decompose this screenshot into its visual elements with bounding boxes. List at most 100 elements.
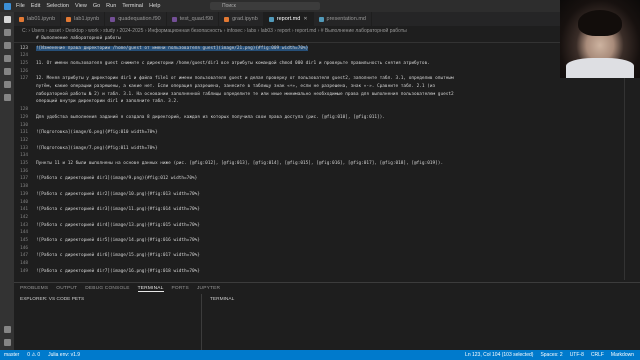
explorer-icon[interactable] <box>3 16 11 23</box>
menu-help[interactable]: Help <box>149 3 160 9</box>
code-text: ![Работа с директорией dir7](image/16.pn… <box>36 268 200 274</box>
menu-go[interactable]: Go <box>93 3 100 9</box>
menu-view[interactable]: View <box>75 3 87 9</box>
notebook-file-icon <box>19 16 24 22</box>
webcam-person-hair <box>578 10 622 36</box>
bottom-panel: PROBLEMS OUTPUT DEBUG CONSOLE TERMINAL P… <box>14 282 640 350</box>
command-search-input[interactable]: Поиск <box>210 2 320 10</box>
tab-jupyter[interactable]: JUPYTER <box>197 286 220 292</box>
tab-debug-console[interactable]: DEBUG CONSOLE <box>85 286 129 292</box>
fortran-file-icon <box>171 16 177 22</box>
code-text: 12. Меняя атрибуты у директории dir1 и ф… <box>36 76 454 82</box>
tab-test-quad-f90[interactable]: test_quad.f90 <box>167 12 220 26</box>
extensions-icon[interactable] <box>3 68 11 75</box>
encoding-status[interactable]: UTF-8 <box>570 352 584 358</box>
tab-grad-ipynb[interactable]: grad.ipynb <box>219 12 264 26</box>
tab-lab1-ipynb[interactable]: lab1.ipynb <box>61 12 106 26</box>
tab-label: lab1.ipynb <box>74 16 100 22</box>
menu-selection[interactable]: Selection <box>46 3 69 9</box>
fortran-file-icon <box>110 16 116 22</box>
line-number: 123 <box>20 45 28 51</box>
code-text: Для удобства выполнения заданий я создал… <box>36 114 385 120</box>
code-text: операций внутри директории dir1 и заполн… <box>36 99 179 105</box>
search-icon[interactable] <box>3 29 11 36</box>
code-text: 11. От имени пользователя guest снимите … <box>36 60 430 66</box>
terminal-header: TERMINAL <box>210 297 235 302</box>
line-number: 135 <box>20 161 28 166</box>
code-text: лабораторной работы № 2) и табл. 3.1. На… <box>36 91 454 97</box>
menu-run[interactable]: Run <box>106 3 116 9</box>
activity-bar <box>0 12 14 350</box>
problems-status[interactable]: 0 ⚠ 0 <box>27 352 40 358</box>
julia-icon[interactable] <box>3 94 11 101</box>
line-number: 126 <box>20 68 28 74</box>
line-number: 147 <box>20 253 28 259</box>
code-text: ![Работа с директорией dir5](image/14.pn… <box>36 238 200 243</box>
line-ending-status[interactable]: CRLF <box>591 352 604 358</box>
menu-bar: File Edit Selection View Go Run Terminal… <box>16 3 160 9</box>
markdown-file-icon <box>268 16 274 22</box>
code-text: Пункты 11 и 12 были выполнены на основе … <box>36 161 444 166</box>
account-icon[interactable] <box>3 326 11 333</box>
notebook-file-icon <box>224 16 230 22</box>
code-line[interactable]: 149 ![Работа с директорией dir7](image/16… <box>14 267 614 275</box>
run-debug-icon[interactable] <box>3 55 11 62</box>
indentation-status[interactable]: Spaces: 2 <box>540 352 562 358</box>
title-bar: File Edit Selection View Go Run Terminal… <box>0 0 640 12</box>
sticky-heading-text: # Выполнение лабораторной работы <box>36 36 121 41</box>
tab-output[interactable]: OUTPUT <box>56 286 77 292</box>
settings-gear-icon[interactable] <box>3 339 11 346</box>
notebook-file-icon <box>66 16 72 22</box>
line-number: 128 <box>20 107 28 113</box>
pets-explorer-header[interactable]: EXPLORER: VS CODE PETS <box>14 294 201 305</box>
sticky-heading: # Выполнение лабораторной работы <box>14 35 614 43</box>
cursor-position[interactable]: Ln 123, Col 104 (103 selected) <box>465 352 533 358</box>
code-text: ![Работа с директорией dir3](image/11.pn… <box>36 207 200 213</box>
tab-report-md[interactable]: report.md ✕ <box>263 12 314 26</box>
code-editor[interactable]: # Выполнение лабораторной работы 123 ![Из… <box>14 35 624 280</box>
tab-ports[interactable]: PORTS <box>172 286 189 292</box>
menu-file[interactable]: File <box>16 3 25 9</box>
line-number: 143 <box>20 222 28 228</box>
menu-terminal[interactable]: Terminal <box>122 3 143 9</box>
line-number: 139 <box>20 191 28 197</box>
close-tab-icon[interactable]: ✕ <box>303 16 307 22</box>
tab-quadequation-f90[interactable]: quadequation.f90 <box>105 12 167 26</box>
tab-lab01-ipynb[interactable]: lab01.ipynb <box>14 12 62 26</box>
source-control-icon[interactable] <box>3 42 11 49</box>
line-number: 131 <box>20 130 28 136</box>
line-number: 133 <box>20 145 28 151</box>
breadcrumb[interactable]: C: › Users › asset › Desktop › work › st… <box>14 26 640 35</box>
line-number: 142 <box>20 214 28 220</box>
code-text: ![Работа с директорией dir6](image/15.pn… <box>36 253 200 259</box>
line-number: 144 <box>20 230 28 236</box>
tab-label: grad.ipynb <box>232 16 258 22</box>
remote-explorer-icon[interactable] <box>3 81 11 88</box>
menu-edit[interactable]: Edit <box>31 3 40 9</box>
terminal-pane[interactable]: TERMINAL <box>204 294 634 350</box>
line-number: 146 <box>20 245 28 251</box>
code-text: ![Изменение права директории /home/guest… <box>36 45 309 51</box>
line-number: 127 <box>20 76 28 82</box>
tab-label: presentation.md <box>326 16 366 22</box>
code-text: ![Подготовка](image/7.png){#fig:011 widt… <box>36 145 158 151</box>
line-number: 124 <box>20 53 28 59</box>
language-mode-status[interactable]: Markdown <box>611 352 634 358</box>
julia-env-status[interactable]: Julia env: v1.9 <box>48 352 80 358</box>
line-number: 129 <box>20 114 28 120</box>
line-number: 125 <box>20 60 28 66</box>
tab-problems[interactable]: PROBLEMS <box>20 286 48 292</box>
code-text: ![Работа с директорией dir4](image/13.pn… <box>36 222 200 228</box>
git-branch-status[interactable]: master <box>4 352 19 358</box>
tab-terminal[interactable]: TERMINAL <box>137 286 164 292</box>
tab-label: report.md <box>276 16 301 22</box>
tab-label: lab01.ipynb <box>27 16 56 22</box>
line-number: 136 <box>20 168 28 174</box>
line-number: 134 <box>20 153 28 159</box>
tab-presentation-md[interactable]: presentation.md <box>314 12 372 26</box>
search-placeholder: Поиск <box>222 3 236 9</box>
webcam-overlay <box>560 0 640 78</box>
code-text: ![Подготовка](image/6.png){#fig:010 widt… <box>36 130 158 136</box>
markdown-file-icon <box>318 16 324 22</box>
line-number: 132 <box>20 137 28 143</box>
